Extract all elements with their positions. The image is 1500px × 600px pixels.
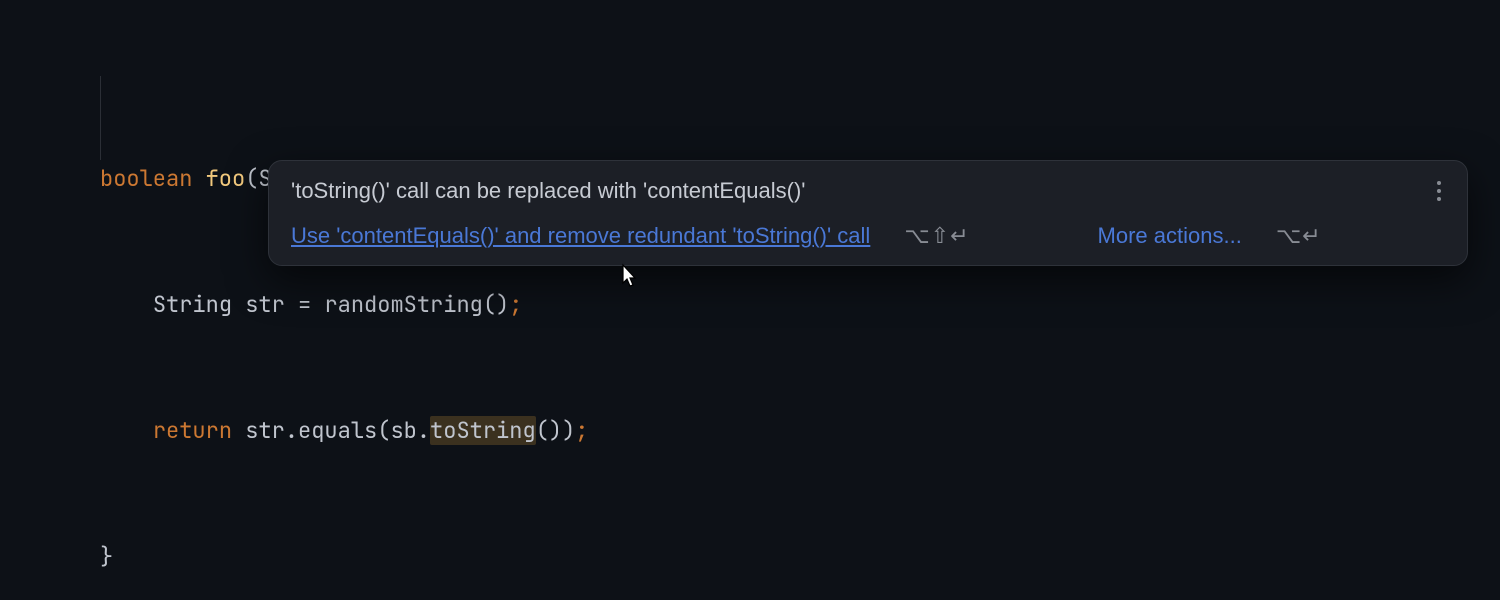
tooltip-actions: Use 'contentEquals()' and remove redunda… bbox=[291, 223, 1445, 249]
equals-op: = bbox=[298, 290, 311, 319]
semicolon: ; bbox=[575, 416, 588, 445]
paren-close: ) bbox=[562, 416, 575, 445]
paren-pair: () bbox=[536, 416, 562, 445]
dot: . bbox=[285, 416, 298, 445]
obj-str: str bbox=[245, 416, 285, 445]
type-string: String bbox=[153, 290, 232, 319]
indent bbox=[100, 290, 153, 319]
keyword-boolean: boolean bbox=[100, 164, 192, 193]
arg-sb: sb bbox=[390, 416, 416, 445]
code-line-3[interactable]: return str.equals(sb.toString()); bbox=[100, 410, 1500, 452]
paren-open: ( bbox=[245, 164, 258, 193]
paren-open: ( bbox=[377, 416, 390, 445]
indent-guide bbox=[100, 76, 101, 160]
space bbox=[311, 290, 324, 319]
brace-close: } bbox=[100, 542, 113, 571]
kebab-menu-icon[interactable] bbox=[1433, 177, 1445, 205]
semicolon: ; bbox=[509, 290, 522, 319]
code-editor[interactable]: boolean foo(StringBuilder sb) { String s… bbox=[0, 0, 1500, 600]
highlight-tostring[interactable]: toString bbox=[430, 416, 536, 445]
code-line-2[interactable]: String str = randomString(); bbox=[100, 284, 1500, 326]
method-equals: equals bbox=[298, 416, 377, 445]
quick-fix-shortcut: ⌥⇧↵ bbox=[904, 223, 969, 249]
method-name: foo bbox=[206, 164, 246, 193]
tooltip-title: 'toString()' call can be replaced with '… bbox=[291, 178, 806, 204]
inspection-tooltip: 'toString()' call can be replaced with '… bbox=[268, 160, 1468, 266]
dot: . bbox=[417, 416, 430, 445]
space bbox=[232, 416, 245, 445]
tooltip-header: 'toString()' call can be replaced with '… bbox=[291, 177, 1445, 205]
more-actions-shortcut: ⌥↵ bbox=[1276, 223, 1322, 249]
code-line-4[interactable]: } bbox=[100, 536, 1500, 578]
indent bbox=[100, 416, 153, 445]
keyword-return: return bbox=[153, 416, 232, 445]
quick-fix-link[interactable]: Use 'contentEquals()' and remove redunda… bbox=[291, 223, 870, 249]
more-actions-link[interactable]: More actions... bbox=[1098, 223, 1242, 249]
method-tostring: toString bbox=[430, 416, 536, 445]
var-str: str bbox=[232, 290, 298, 319]
call-randomstring: randomString() bbox=[324, 290, 509, 319]
